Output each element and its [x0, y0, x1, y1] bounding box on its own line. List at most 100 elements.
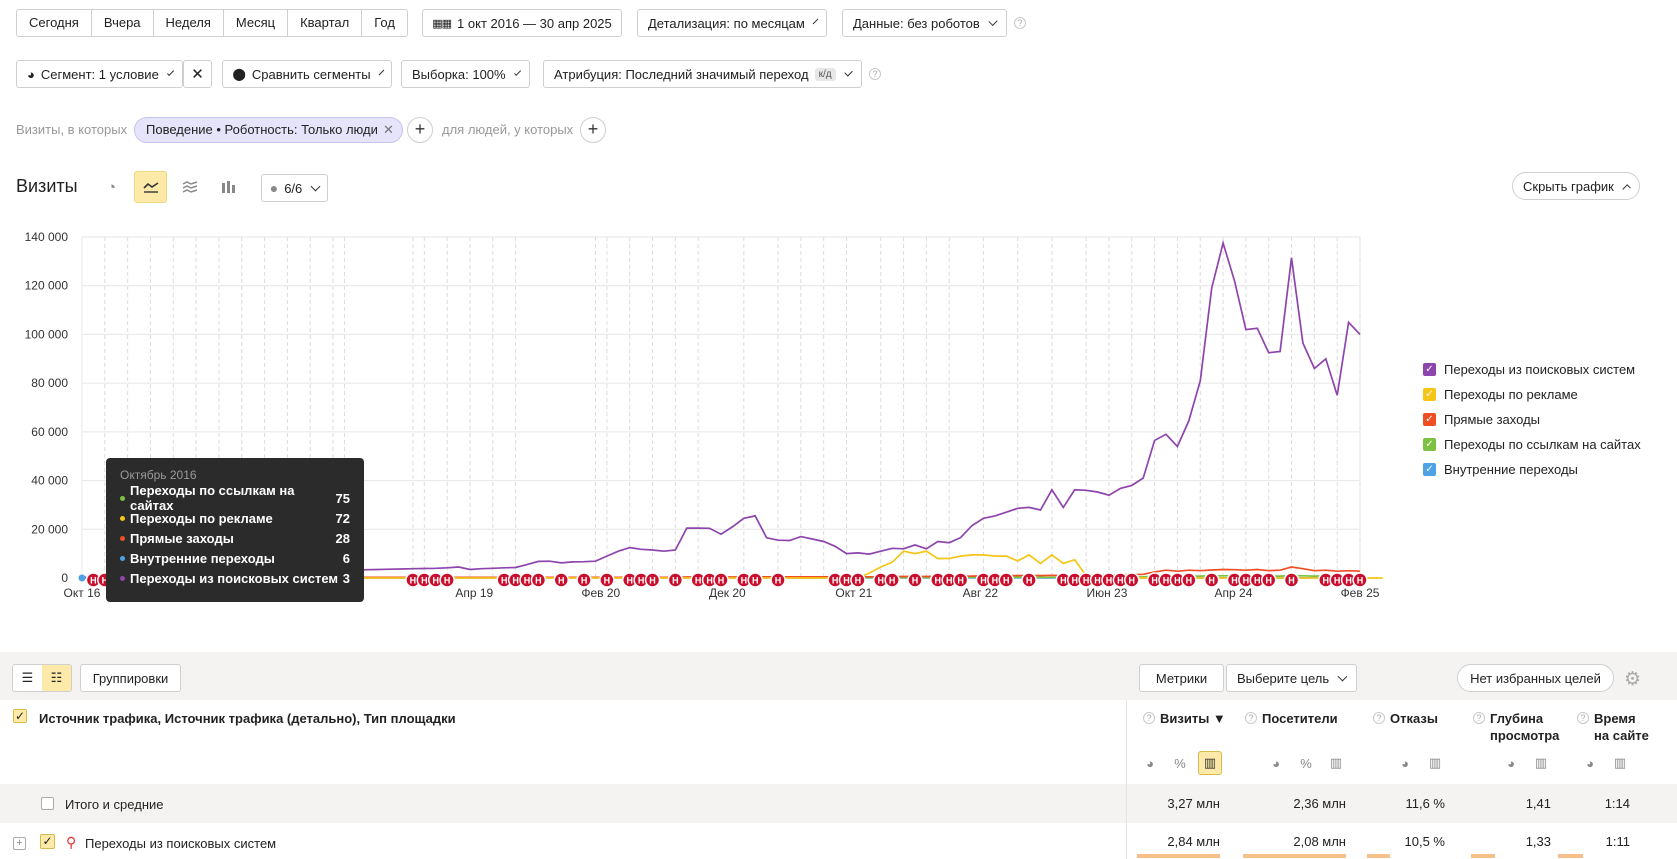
period-month-button[interactable]: Месяц [224, 10, 289, 36]
period-quarter-button[interactable]: Квартал [288, 10, 363, 36]
period-week-button[interactable]: Неделя [154, 10, 224, 36]
segment-dropdown[interactable]: ◕ Сегмент: 1 условие [16, 60, 183, 88]
add-people-condition-button[interactable]: + [580, 117, 606, 143]
bar-chart-view-button[interactable]: ▥ [1608, 751, 1632, 775]
tooltip-value: 72 [335, 510, 350, 526]
period-year-button[interactable]: Год [362, 10, 407, 36]
sample-dropdown[interactable]: Выборка: 100% [401, 60, 530, 88]
hide-chart-button[interactable]: Скрыть график [1512, 172, 1640, 200]
column-header-label: просмотра [1490, 728, 1560, 743]
data-dropdown[interactable]: Данные: без роботов [842, 9, 1007, 37]
help-icon[interactable]: ? [1473, 712, 1485, 724]
legend-item[interactable]: ✓ Прямые заходы [1423, 412, 1540, 427]
annotation-marker[interactable]: Н [1124, 572, 1140, 588]
compare-segments-dropdown[interactable]: ⬤ Сравнить сегменты [222, 60, 392, 88]
column-header[interactable]: Визиты ▼ [1160, 710, 1226, 727]
legend-checkbox[interactable]: ✓ [1423, 463, 1436, 476]
pie-chart-view-button[interactable]: ◕ [1138, 751, 1162, 775]
annotation-marker[interactable]: Н [1021, 572, 1037, 588]
annotation-marker[interactable]: Н [770, 572, 786, 588]
help-icon[interactable]: ? [1577, 712, 1589, 724]
legend-checkbox[interactable]: ✓ [1423, 438, 1436, 451]
bar-chart-view-button[interactable]: ▥ [1529, 751, 1553, 775]
area-chart-view-button[interactable] [173, 171, 206, 203]
svg-text:Н: Н [1243, 576, 1250, 586]
annotation-marker[interactable]: Н [1203, 572, 1220, 588]
gear-icon[interactable]: ⚙ [1624, 668, 1641, 691]
legend-item[interactable]: ✓ Переходы из поисковых систем [1423, 362, 1635, 377]
legend-item[interactable]: ✓ Переходы по рекламе [1423, 387, 1578, 402]
pie-chart-view-button[interactable]: ◕ [1264, 751, 1288, 775]
close-icon[interactable]: ✕ [383, 118, 394, 142]
annotation-marker[interactable]: Н [1283, 572, 1300, 588]
list-view-button[interactable]: ☰ [13, 665, 42, 691]
bar-chart-view-button[interactable]: ▥ [1198, 751, 1222, 775]
filter-chip[interactable]: Поведение • Роботность: Только люди ✕ [134, 117, 403, 143]
expand-row-button[interactable]: + [13, 837, 26, 850]
svg-text:Н: Н [1323, 576, 1330, 586]
tree-view-button[interactable]: ☷ [42, 665, 71, 691]
help-icon[interactable]: ? [1245, 712, 1257, 724]
row-checkbox[interactable]: ✓ [40, 834, 55, 849]
annotation-marker[interactable]: Н [1260, 572, 1277, 588]
legend-checkbox[interactable]: ✓ [1423, 413, 1436, 426]
annotation-marker[interactable]: Н [747, 572, 763, 588]
column-header[interactable]: Глубина просмотра [1490, 710, 1559, 744]
goal-dropdown[interactable]: Выберите цель [1226, 664, 1357, 692]
detail-dropdown[interactable]: Детализация: по месяцам [637, 9, 827, 37]
pie-chart-view-button[interactable]: ◔ [95, 171, 128, 203]
help-icon[interactable]: ? [1143, 712, 1155, 724]
annotation-marker[interactable]: Н [667, 572, 684, 588]
annotation-marker[interactable]: Н [952, 572, 969, 588]
legend-checkbox[interactable]: ✓ [1423, 363, 1436, 376]
help-icon[interactable]: ? [1014, 17, 1026, 29]
add-condition-button[interactable]: + [407, 117, 433, 143]
annotation-marker[interactable]: Н [553, 572, 569, 588]
line-chart-view-button[interactable] [134, 171, 167, 203]
bar-chart-view-button[interactable]: ▥ [1324, 751, 1348, 775]
legend-item[interactable]: ✓ Переходы по ссылкам на сайтах [1423, 437, 1641, 452]
pie-chart-view-button[interactable]: ◕ [1393, 751, 1417, 775]
legend-label: Прямые заходы [1444, 412, 1541, 427]
column-header[interactable]: Отказы [1390, 710, 1438, 727]
help-icon[interactable]: ? [869, 68, 881, 80]
legend-checkbox[interactable]: ✓ [1423, 388, 1436, 401]
annotation-marker[interactable]: Н [998, 572, 1015, 588]
annotation-marker[interactable]: Н [713, 572, 729, 588]
annotation-marker[interactable]: Н [1181, 572, 1197, 588]
column-header[interactable]: Время на сайте [1594, 710, 1649, 744]
annotation-marker[interactable]: Н [530, 572, 547, 588]
annotation-marker[interactable]: Н [850, 572, 866, 588]
sample-label: Выборка: 100% [412, 66, 506, 82]
attribution-dropdown[interactable]: Атрибуция: Последний значимый переход к/… [543, 60, 862, 88]
tooltip-row: Переходы по рекламе 72 [120, 508, 350, 528]
percent-view-button[interactable]: % [1168, 751, 1192, 775]
bar-chart-view-button[interactable] [212, 171, 245, 203]
period-today-button[interactable]: Сегодня [17, 10, 92, 36]
date-range-button[interactable]: ▦▦ 1 окт 2016 — 30 апр 2025 [422, 9, 622, 37]
metrics-button[interactable]: Метрики [1139, 664, 1224, 692]
bar-chart-view-button[interactable]: ▥ [1423, 751, 1447, 775]
dimension-checkbox[interactable]: ✓ [13, 709, 27, 723]
groupings-button[interactable]: Группировки [80, 664, 181, 692]
favorite-goals-button[interactable]: Нет избранных целей [1457, 664, 1614, 692]
annotation-marker[interactable]: Н [884, 572, 900, 588]
segment-clear-button[interactable]: ✕ [183, 60, 212, 88]
table-cell: 1,33 [1525, 834, 1551, 849]
period-yesterday-button[interactable]: Вчера [92, 10, 154, 36]
percent-view-button[interactable]: % [1294, 751, 1318, 775]
annotation-marker[interactable]: Н [576, 572, 592, 588]
totals-checkbox[interactable] [41, 797, 54, 810]
annotation-marker[interactable]: Н [1352, 572, 1368, 588]
annotations-dropdown[interactable]: ● 6/6 [261, 174, 328, 202]
pie-chart-view-button[interactable]: ◕ [1499, 751, 1523, 775]
column-header-label: Отказы [1390, 711, 1438, 726]
annotation-marker[interactable]: Н [907, 572, 923, 588]
pie-chart-view-button[interactable]: ◕ [1578, 751, 1602, 775]
annotation-marker[interactable]: Н [599, 572, 615, 588]
column-header[interactable]: Посетители [1262, 710, 1338, 727]
annotation-marker[interactable]: Н [644, 572, 661, 588]
help-icon[interactable]: ? [1373, 712, 1385, 724]
annotation-marker[interactable]: Н [439, 572, 455, 588]
legend-item[interactable]: ✓ Внутренние переходы [1423, 462, 1578, 477]
